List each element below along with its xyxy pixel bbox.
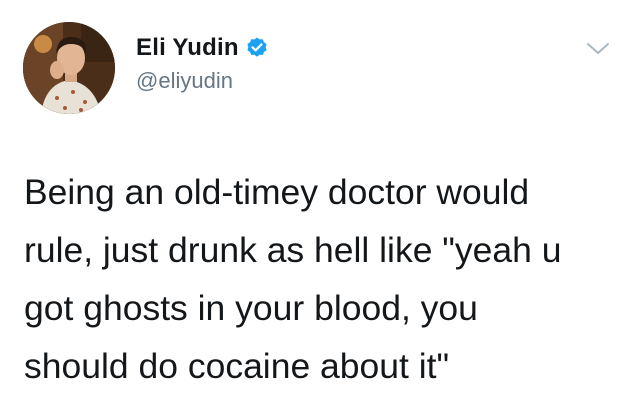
chevron-down-icon[interactable] <box>585 40 611 58</box>
avatar[interactable] <box>23 22 115 114</box>
verified-badge-icon <box>245 36 269 60</box>
avatar-photo <box>23 22 115 114</box>
author-name-row: Eli Yudin <box>136 31 269 65</box>
tweet-card: Eli Yudin @eliyudin Being an old-timey d… <box>0 0 630 412</box>
tweet-text-line: Being an old-timey doctor would <box>24 172 530 212</box>
tweet-text-line: should do cocaine about it" <box>24 346 450 386</box>
tweet-text: Being an old-timey doctor would rule, ju… <box>24 163 614 395</box>
tweet-text-line: got ghosts in your blood, you <box>24 288 478 328</box>
tweet-text-line: rule, just drunk as hell like "yeah u <box>24 230 562 270</box>
author-display-name[interactable]: Eli Yudin <box>136 34 239 62</box>
author-handle[interactable]: @eliyudin <box>136 68 233 94</box>
